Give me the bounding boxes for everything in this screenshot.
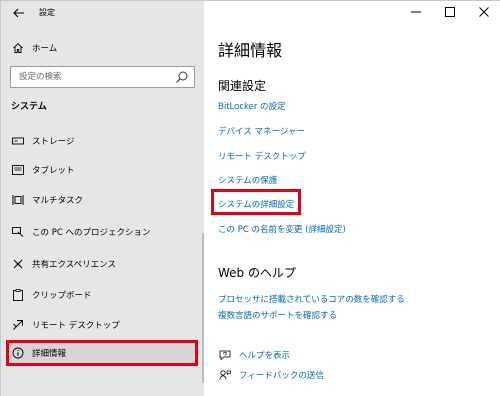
device-manager-link[interactable]: デバイス マネージャー [218,125,305,137]
sidebar-item-label: クリップボード [32,291,92,301]
bitlocker-settings-link[interactable]: BitLocker の設定 [218,100,286,112]
system-protection-link[interactable]: システムの保護 [218,174,277,186]
search-input[interactable] [11,67,171,87]
sidebar-item-clipboard[interactable]: クリップボード [1,282,204,308]
search-icon[interactable] [175,70,189,84]
advanced-system-settings-link[interactable]: システムの詳細設定 [218,198,294,210]
minimize-button[interactable] [399,1,433,23]
sidebar-item-label: タブレット [32,166,75,176]
clipboard-icon [11,288,25,302]
get-help-label: ヘルプを表示 [239,351,291,361]
window-controls [399,1,500,23]
home-icon [11,41,25,55]
sidebar-item-label: 共有エクスペリエンス [32,260,116,270]
projection-icon [11,225,25,239]
language-support-link[interactable]: 複数言語のサポートを確認する [218,309,337,321]
sidebar-item-shared-experiences[interactable]: 共有エクスペリエンス [1,251,204,277]
close-button[interactable] [467,1,500,23]
back-button[interactable] [9,4,29,22]
app-title: 設定 [39,8,55,17]
sidebar-item-label: 詳細情報 [32,349,67,359]
feedback-link[interactable]: フィードバックの送信 [218,367,324,383]
search-box[interactable] [10,66,195,88]
sidebar: 設定 ホーム システム ストレージ タブレット [1,1,204,396]
web-help-heading: Web のヘルプ [218,266,296,280]
page-title: 詳細情報 [218,41,283,60]
multitasking-icon [11,193,25,207]
sidebar-item-multitasking[interactable]: マルチタスク [1,187,204,213]
maximize-icon [445,7,455,17]
sidebar-item-remote-desktop[interactable]: リモート デスクトップ [1,312,204,338]
related-settings-heading: 関連設定 [218,79,267,93]
feedback-icon [218,368,232,382]
sidebar-item-label: この PC へのプロジェクション [32,228,151,238]
help-icon [218,348,232,362]
back-arrow-icon [13,8,24,18]
sidebar-item-label: ストレージ [32,137,75,147]
remote-desktop-icon [11,318,25,332]
processor-cores-link[interactable]: プロセッサに搭載されているコアの数を確認する [218,293,405,305]
info-icon [11,346,25,360]
sidebar-item-about[interactable]: 詳細情報 [6,340,198,366]
sidebar-item-label: マルチタスク [32,196,84,206]
storage-icon [11,134,25,148]
sidebar-item-label: ホーム [32,44,58,54]
maximize-button[interactable] [433,1,467,23]
remote-desktop-link[interactable]: リモート デスクトップ [218,150,306,162]
rename-pc-link[interactable]: この PC の名前を変更 (詳細設定) [218,223,346,235]
close-icon [479,7,489,17]
main-content: 詳細情報 関連設定 BitLocker の設定 デバイス マネージャー リモート… [204,1,500,396]
feedback-label: フィードバックの送信 [239,371,324,381]
sidebar-item-label: リモート デスクトップ [32,321,120,331]
title-bar: 設定 [1,1,204,25]
get-help-link[interactable]: ヘルプを表示 [218,347,290,363]
sidebar-item-home[interactable]: ホーム [1,37,204,59]
sidebar-item-projection[interactable]: この PC へのプロジェクション [1,219,204,245]
settings-window: 設定 ホーム システム ストレージ タブレット [0,0,500,396]
sidebar-item-tablet[interactable]: タブレット [1,157,204,183]
shared-experience-icon [11,257,25,271]
sidebar-item-storage[interactable]: ストレージ [1,128,204,154]
minimize-icon [411,11,421,13]
tablet-icon [11,163,25,177]
section-label: システム [11,102,47,112]
